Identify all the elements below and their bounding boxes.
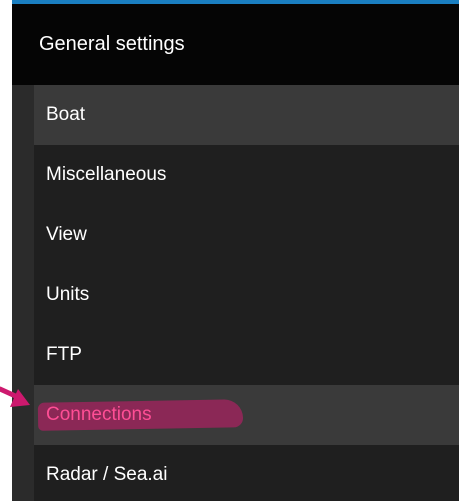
menu-left-strip (12, 85, 34, 501)
annotation-arrow-icon (0, 386, 30, 407)
menu-item-label: Connections (46, 404, 152, 425)
settings-menu: Boat Miscellaneous View Units FTP Connec… (34, 85, 459, 501)
menu-item-label: FTP (46, 344, 82, 365)
menu-item-label: Boat (46, 104, 86, 125)
menu-item-label: Units (46, 284, 90, 305)
menu-item-view[interactable]: View (34, 205, 459, 265)
settings-panel: General settings Boat Miscellaneous View… (12, 0, 459, 501)
menu-item-miscellaneous[interactable]: Miscellaneous (34, 145, 459, 205)
menu-item-label: Miscellaneous (46, 164, 167, 185)
menu-item-label: View (46, 224, 87, 245)
menu-item-label: Radar / Sea.ai (46, 464, 168, 485)
menu-item-ftp[interactable]: FTP (34, 325, 459, 385)
menu-item-radar-sea-ai[interactable]: Radar / Sea.ai (34, 445, 459, 501)
menu-item-boat[interactable]: Boat (34, 85, 459, 145)
menu-item-units[interactable]: Units (34, 265, 459, 325)
settings-title: General settings (39, 33, 185, 55)
menu-item-connections[interactable]: Connections (34, 385, 459, 445)
settings-header: General settings (12, 4, 459, 85)
